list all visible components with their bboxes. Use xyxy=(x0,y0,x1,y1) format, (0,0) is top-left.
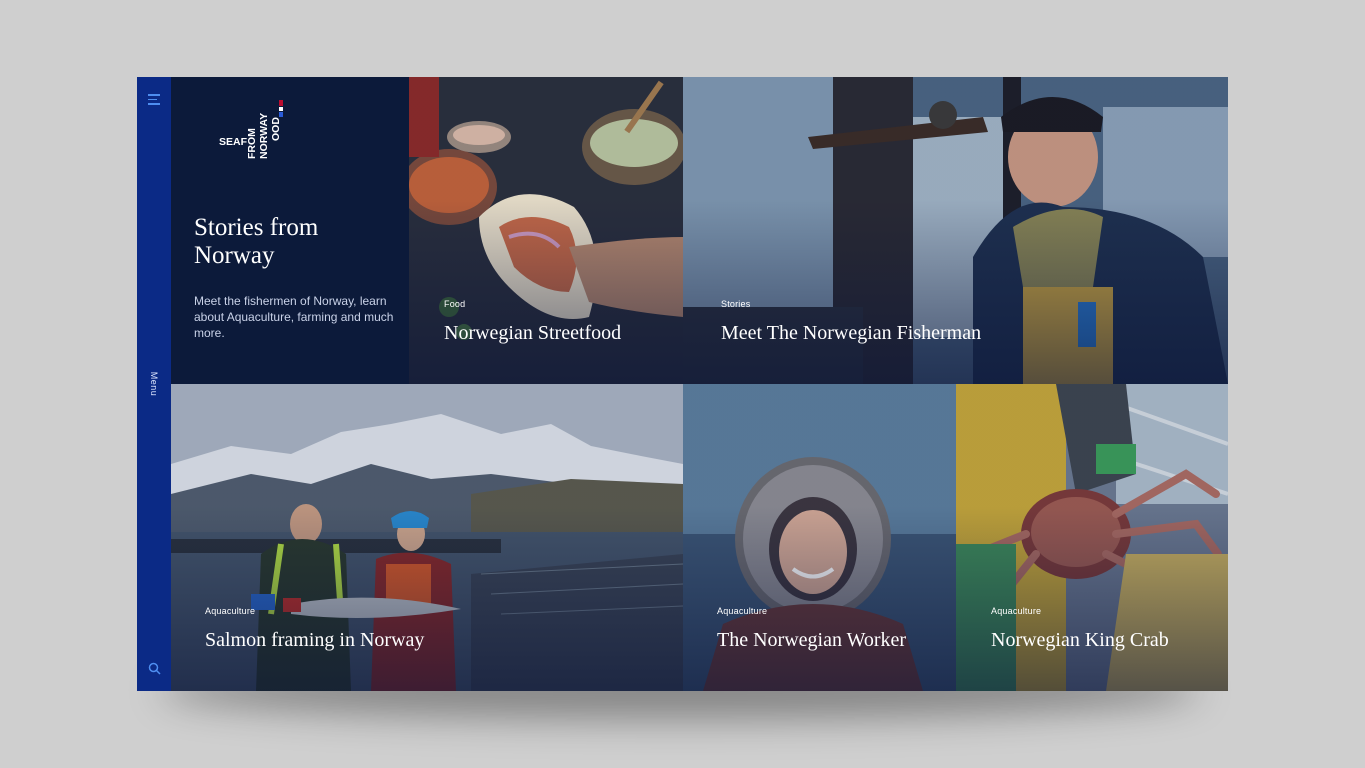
hamburger-icon[interactable] xyxy=(148,94,160,105)
svg-text:OOD: OOD xyxy=(270,117,282,141)
menu-button[interactable]: Menu xyxy=(149,372,159,397)
tile-title: The Norwegian Worker xyxy=(717,629,907,651)
tile-category: Food xyxy=(444,299,466,309)
tile-title: Meet The Norwegian Fisherman xyxy=(721,322,982,344)
tile-title: Salmon framing in Norway xyxy=(205,629,425,651)
tile-category: Aquaculture xyxy=(205,606,256,616)
sidebar-rail: Menu xyxy=(137,77,171,691)
story-tile-fisherman[interactable]: Stories Meet The Norwegian Fisherman xyxy=(683,77,1228,384)
story-tile-worker[interactable]: Aquaculture The Norwegian Worker xyxy=(683,384,956,691)
tile-category: Aquaculture xyxy=(717,606,768,616)
app-frame: Menu SEAF FROM NORWAY OOD Stories from N… xyxy=(137,77,1228,691)
svg-text:FROM: FROM xyxy=(246,128,258,159)
tile-category: Aquaculture xyxy=(991,606,1042,616)
page-title: Stories from Norway xyxy=(194,214,319,269)
page-description: Meet the fishermen of Norway, learn abou… xyxy=(194,294,394,340)
tile-title: Norwegian King Crab xyxy=(991,629,1169,651)
story-tile-king-crab[interactable]: Aquaculture Norwegian King Crab xyxy=(956,384,1228,691)
story-tile-salmon[interactable]: Aquaculture Salmon framing in Norway xyxy=(171,384,683,691)
svg-text:SEAF: SEAF xyxy=(219,136,248,148)
story-tile-streetfood[interactable]: Food Norwegian Streetfood xyxy=(409,77,683,384)
tile-category: Stories xyxy=(721,299,751,309)
search-icon[interactable] xyxy=(148,662,161,675)
svg-text:NORWAY: NORWAY xyxy=(258,113,270,159)
tile-title: Norwegian Streetfood xyxy=(444,322,622,344)
intro-panel: SEAF FROM NORWAY OOD Stories from Norway… xyxy=(171,77,409,384)
seafood-from-norway-logo[interactable]: SEAF FROM NORWAY OOD xyxy=(219,97,289,163)
